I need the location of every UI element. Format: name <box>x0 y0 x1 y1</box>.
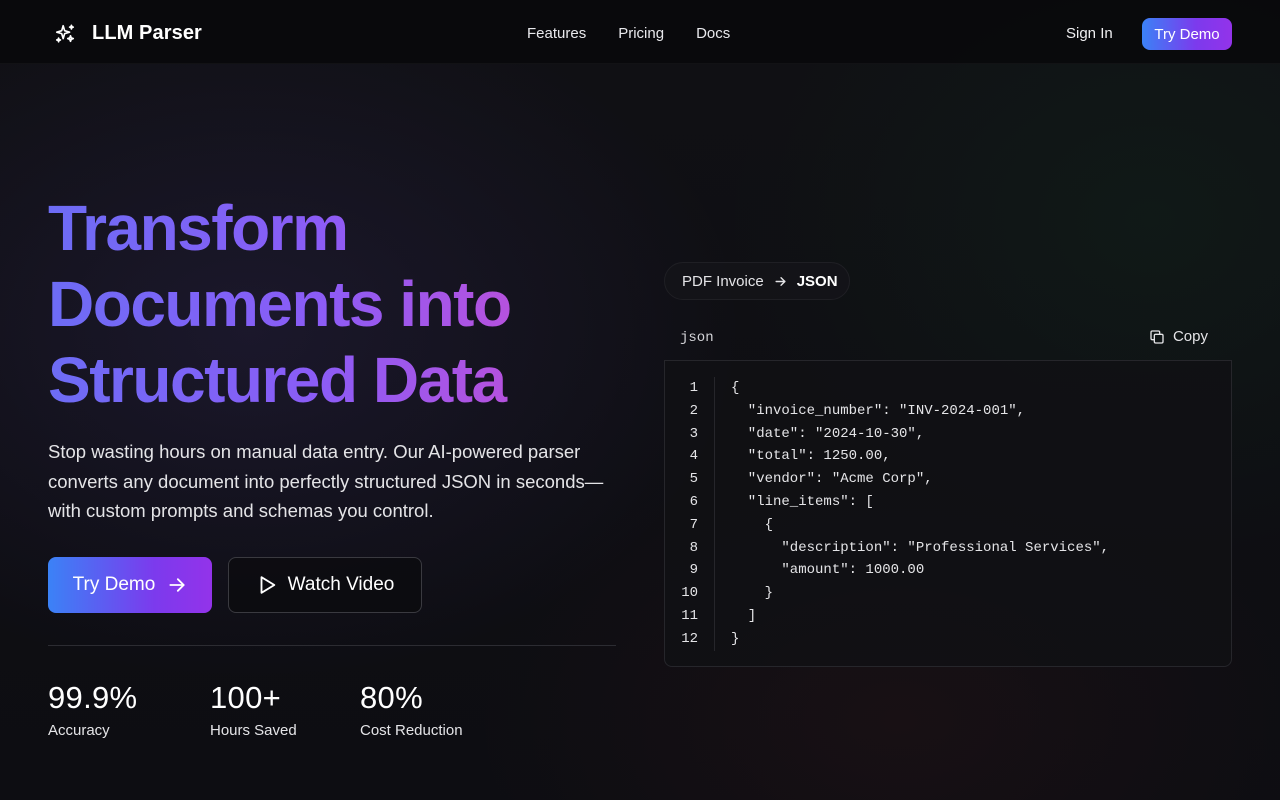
hero-title: Transform Documents into Structured Data <box>48 190 648 418</box>
stat-accuracy: 99.9% Accuracy <box>48 680 137 739</box>
stat-label: Cost Reduction <box>360 722 463 739</box>
play-icon <box>260 576 275 594</box>
brand-logo[interactable]: LLM Parser <box>54 22 202 45</box>
try-demo-button[interactable]: Try Demo <box>48 557 212 613</box>
nav-link-features[interactable]: Features <box>527 25 586 42</box>
code-line: "description": "Professional Services", <box>731 539 1110 556</box>
arrow-right-icon <box>169 578 185 592</box>
line-number-gutter: 1 2 3 4 5 6 7 8 9 10 11 12 <box>665 377 715 651</box>
line-number: 6 <box>689 493 698 510</box>
conversion-to: JSON <box>796 272 838 290</box>
stat-label: Accuracy <box>48 722 110 739</box>
sparkles-icon <box>55 23 75 43</box>
code-line: "invoice_number": "INV-2024-001", <box>731 402 1026 419</box>
code-line: "amount": 1000.00 <box>731 562 925 579</box>
code-line: { <box>731 380 740 396</box>
hero-subtitle: Stop wasting hours on manual data entry.… <box>48 441 604 521</box>
stat-value: 100+ <box>210 680 282 715</box>
stat-hours-saved: 100+ Hours Saved <box>210 680 297 739</box>
code-block-header: json Copy <box>664 320 1232 360</box>
try-demo-label: Try Demo <box>72 574 156 595</box>
line-number: 1 <box>689 380 698 396</box>
line-number: 11 <box>681 607 698 624</box>
stats-divider <box>48 645 616 646</box>
stat-value: 99.9% <box>48 680 138 715</box>
arrow-right-icon <box>775 276 786 286</box>
code-line: "date": "2024-10-30", <box>731 425 925 442</box>
code-line: "vendor": "Acme Corp", <box>731 471 933 488</box>
code-line: "line_items": [ <box>731 493 874 510</box>
nav-link-pricing[interactable]: Pricing <box>618 25 664 42</box>
code-line: ] <box>731 607 757 624</box>
copy-button[interactable]: Copy <box>1149 328 1208 345</box>
line-number: 4 <box>689 448 698 465</box>
code-line: "total": 1250.00, <box>731 448 891 465</box>
hero-title-line: Documents into <box>48 266 648 342</box>
line-number: 5 <box>689 471 698 488</box>
code-lines: { "invoice_number": "INV-2024-001", "dat… <box>731 377 1109 651</box>
stat-label: Hours Saved <box>210 722 297 739</box>
code-language-label: json <box>680 330 714 346</box>
conversion-pill: PDF Invoice JSON <box>664 262 850 300</box>
conversion-from: PDF Invoice <box>682 272 764 290</box>
line-number: 12 <box>681 630 698 647</box>
sign-in-link[interactable]: Sign In <box>1066 25 1113 42</box>
line-number: 3 <box>689 425 698 442</box>
line-number: 7 <box>689 516 698 533</box>
hero-title-line: Transform <box>48 190 648 266</box>
hero-title-line: Structured Data <box>48 342 648 418</box>
line-number: 9 <box>689 562 698 579</box>
stat-value: 80% <box>360 680 423 715</box>
line-number: 8 <box>689 539 698 556</box>
nav-link-docs[interactable]: Docs <box>696 25 730 42</box>
nav-try-demo-button[interactable]: Try Demo <box>1142 18 1232 50</box>
watch-video-button[interactable]: Watch Video <box>228 557 422 613</box>
code-line: } <box>731 585 774 602</box>
brand-name: LLM Parser <box>92 22 202 44</box>
nav-links: Features Pricing Docs <box>527 25 762 42</box>
line-number: 2 <box>689 402 698 419</box>
stat-cost-reduction: 80% Cost Reduction <box>360 680 463 739</box>
json-code-block[interactable]: 1 2 3 4 5 6 7 8 9 10 11 12 { "invoice_nu… <box>664 360 1232 667</box>
copy-label: Copy <box>1172 328 1208 345</box>
watch-video-label: Watch Video <box>287 574 395 595</box>
copy-icon <box>1150 329 1164 344</box>
code-line: { <box>731 516 774 533</box>
top-navbar: LLM Parser Features Pricing Docs Sign In… <box>0 0 1280 64</box>
line-number: 10 <box>681 585 698 602</box>
code-line: } <box>731 630 740 647</box>
